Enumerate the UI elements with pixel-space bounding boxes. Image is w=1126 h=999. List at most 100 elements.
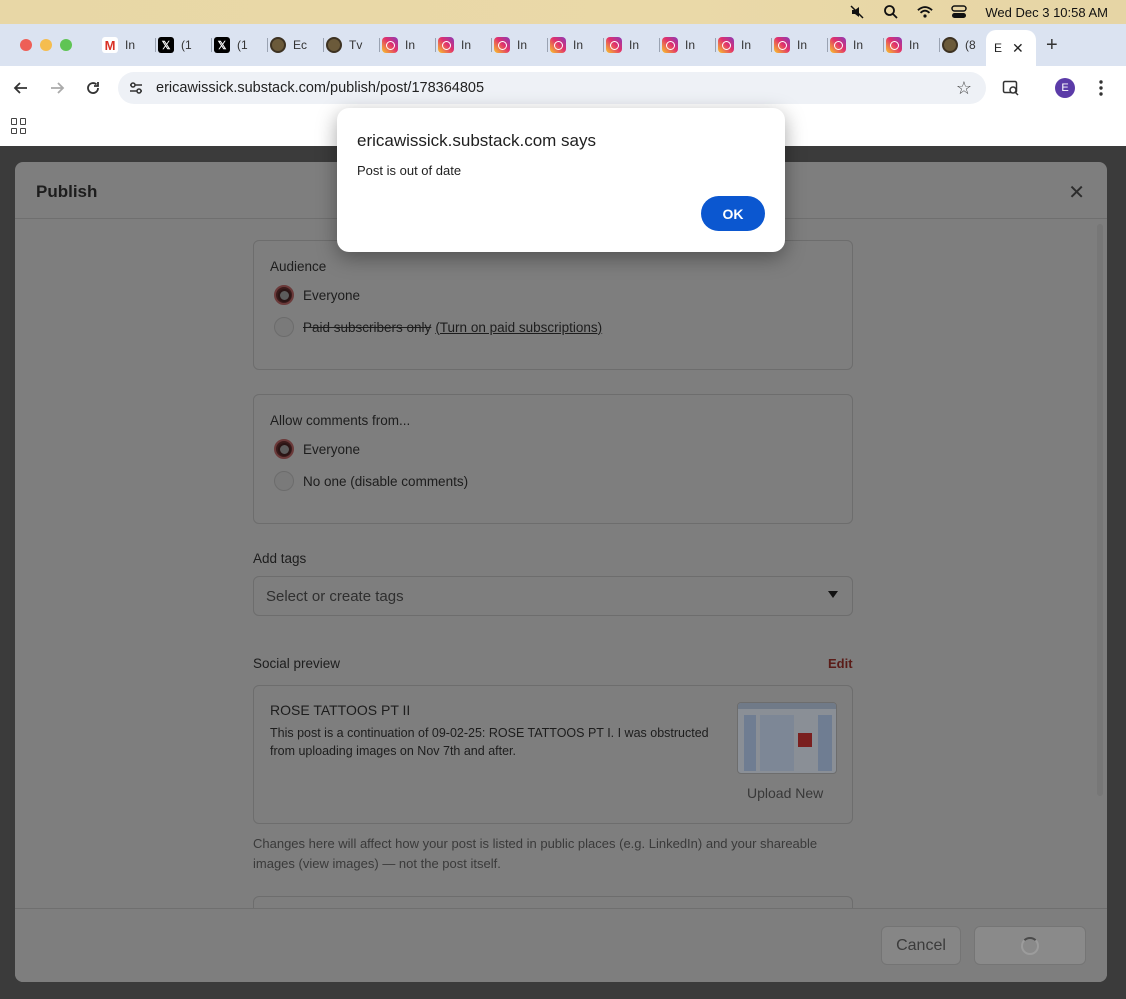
- comments-none-option[interactable]: No one (disable comments): [274, 471, 468, 491]
- instagram-icon: [718, 37, 734, 53]
- social-edit-link[interactable]: Edit: [828, 656, 853, 671]
- tab-label: In: [125, 38, 136, 52]
- browser-tab[interactable]: In: [604, 32, 660, 58]
- search-icon[interactable]: [883, 4, 899, 20]
- minimize-window-button[interactable]: [40, 39, 52, 51]
- instagram-icon: [830, 37, 846, 53]
- coin-icon: [942, 37, 958, 53]
- coin-icon: [326, 37, 342, 53]
- wifi-icon[interactable]: [917, 4, 934, 20]
- menubar-clock[interactable]: Wed Dec 3 10:58 AM: [985, 5, 1108, 20]
- audience-everyone-label: Everyone: [303, 287, 361, 303]
- modal-title: Publish: [36, 182, 98, 201]
- publish-modal: Publish ✕ Audience Everyone Paid subscri…: [15, 162, 1107, 982]
- browser-tab[interactable]: In: [772, 32, 828, 58]
- browser-tab[interactable]: In: [660, 32, 716, 58]
- browser-tab[interactable]: In: [380, 32, 436, 58]
- radio-unselected: [274, 317, 294, 337]
- tags-select[interactable]: Select or create tags: [253, 576, 853, 616]
- close-icon[interactable]: ✕: [1068, 180, 1085, 205]
- url-text: ericawissick.substack.com/publish/post/1…: [156, 80, 485, 96]
- browser-menu-button[interactable]: [1089, 76, 1113, 100]
- reload-icon: [87, 82, 99, 94]
- audience-everyone-option[interactable]: Everyone: [274, 285, 360, 305]
- tab-label: In: [405, 38, 416, 52]
- address-bar[interactable]: ericawissick.substack.com/publish/post/1…: [118, 72, 986, 104]
- active-tab[interactable]: E ✕: [986, 30, 1036, 66]
- tab-label: In: [853, 38, 864, 52]
- radio-unselected[interactable]: [274, 471, 294, 491]
- instagram-icon: [382, 37, 398, 53]
- bookmark-star-icon[interactable]: ☆: [956, 78, 972, 99]
- publish-button[interactable]: [974, 926, 1086, 965]
- tab-label: In: [573, 38, 584, 52]
- instagram-icon: [886, 37, 902, 53]
- close-window-button[interactable]: [20, 39, 32, 51]
- kebab-menu-icon: [1099, 80, 1103, 96]
- upload-new-button[interactable]: Upload New: [747, 785, 823, 801]
- profile-avatar[interactable]: E: [1055, 78, 1075, 98]
- forward-button[interactable]: [45, 76, 69, 100]
- browser-tab[interactable]: 𝕏 (1: [212, 32, 268, 58]
- browser-tab[interactable]: M In: [100, 32, 156, 58]
- tags-label: Add tags: [253, 551, 307, 566]
- browser-tab[interactable]: Ec: [268, 32, 324, 58]
- new-tab-button[interactable]: +: [1046, 34, 1058, 57]
- radio-selected[interactable]: [274, 285, 294, 305]
- preview-post-title: ROSE TATTOOS PT II: [270, 702, 411, 718]
- browser-tab[interactable]: In: [716, 32, 772, 58]
- preview-post-description: This post is a continuation of 09-02-25:…: [270, 726, 709, 758]
- lens-search-button[interactable]: [999, 76, 1023, 100]
- tab-label: In: [741, 38, 752, 52]
- comments-title: Allow comments from...: [270, 413, 411, 428]
- mute-icon[interactable]: [849, 4, 865, 20]
- reload-button[interactable]: [81, 76, 105, 100]
- alert-dialog: ericawissick.substack.com says Post is o…: [337, 108, 785, 252]
- caret-down-icon: [828, 591, 838, 598]
- arrow-left-icon: [13, 82, 27, 94]
- alert-message: Post is out of date: [357, 163, 462, 178]
- comments-card: Allow comments from... Everyone No one (…: [253, 394, 853, 524]
- thumbnail-red-image: [798, 733, 812, 747]
- instagram-icon: [550, 37, 566, 53]
- alert-title: ericawissick.substack.com says: [357, 131, 597, 150]
- instagram-icon: [662, 37, 678, 53]
- close-tab-icon[interactable]: ✕: [1012, 40, 1024, 57]
- audience-title: Audience: [270, 259, 327, 274]
- page-backdrop: Publish ✕ Audience Everyone Paid subscri…: [0, 146, 1126, 999]
- audience-card: Audience Everyone Paid subscribers only …: [253, 240, 853, 370]
- cancel-button[interactable]: Cancel: [881, 926, 961, 965]
- audience-paid-option: Paid subscribers only (Turn on paid subs…: [274, 317, 602, 337]
- tab-label: In: [685, 38, 696, 52]
- modal-scrollbar[interactable]: [1097, 224, 1103, 796]
- site-settings-icon[interactable]: [128, 80, 144, 96]
- preview-thumbnail[interactable]: [737, 702, 837, 774]
- tab-label: In: [909, 38, 920, 52]
- ok-button[interactable]: OK: [701, 196, 765, 231]
- zoom-window-button[interactable]: [60, 39, 72, 51]
- comments-everyone-option[interactable]: Everyone: [274, 439, 360, 459]
- browser-tab[interactable]: In: [436, 32, 492, 58]
- social-preview-card: ROSE TATTOOS PT II This post is a contin…: [253, 685, 853, 824]
- tab-label: (1: [181, 38, 192, 52]
- audience-paid-label: Paid subscribers only: [303, 319, 432, 335]
- apps-grid-icon[interactable]: [11, 118, 27, 134]
- radio-selected[interactable]: [274, 439, 294, 459]
- tab-label: In: [461, 38, 472, 52]
- browser-tab[interactable]: 𝕏 (1: [156, 32, 212, 58]
- browser-tab[interactable]: In: [828, 32, 884, 58]
- instagram-icon: [438, 37, 454, 53]
- comments-none-label: No one (disable comments): [303, 473, 469, 489]
- instagram-icon: [494, 37, 510, 53]
- comments-everyone-label: Everyone: [303, 441, 361, 457]
- turn-on-paid-link[interactable]: (Turn on paid subscriptions): [435, 320, 602, 335]
- browser-tab[interactable]: In: [884, 32, 940, 58]
- control-center-icon[interactable]: [951, 4, 968, 20]
- tab-label: In: [797, 38, 808, 52]
- coin-icon: [270, 37, 286, 53]
- browser-tab[interactable]: In: [548, 32, 604, 58]
- active-tab-label: E: [994, 41, 1003, 55]
- back-button[interactable]: [9, 76, 33, 100]
- browser-tab[interactable]: In: [492, 32, 548, 58]
- browser-tab[interactable]: Tv: [324, 32, 380, 58]
